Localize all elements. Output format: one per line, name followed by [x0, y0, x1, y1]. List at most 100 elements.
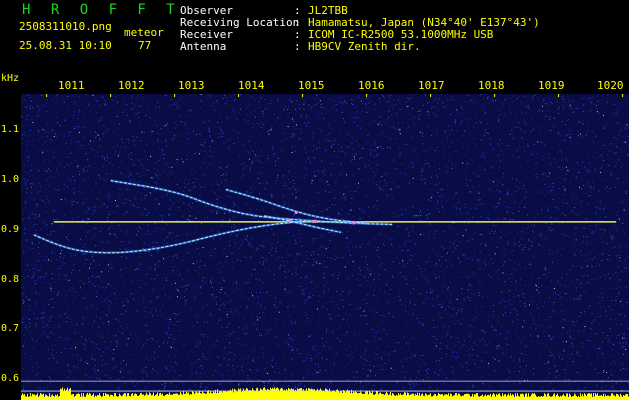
noise-speck: [503, 152, 505, 154]
noise-speck: [367, 243, 369, 245]
noise-speck: [216, 202, 218, 204]
noise-speck: [234, 99, 236, 101]
noise-speck: [376, 153, 378, 155]
noise-speck: [531, 117, 533, 119]
noise-speck: [233, 166, 235, 167]
noise-speck: [564, 139, 566, 141]
noise-speck: [405, 227, 407, 229]
noise-speck: [231, 226, 233, 228]
noise-speck: [164, 269, 166, 271]
noise-speck: [456, 191, 458, 193]
noise-speck: [529, 295, 531, 297]
noise-speck: [315, 238, 317, 239]
noise-speck: [477, 191, 479, 193]
noise-speck: [376, 298, 378, 300]
noise-speck: [305, 160, 307, 162]
noise-speck: [382, 95, 384, 97]
noise-speck: [287, 345, 289, 347]
noise-speck: [470, 191, 472, 193]
noise-speck: [620, 271, 622, 273]
noise-speck: [148, 106, 150, 108]
noise-speck: [370, 152, 372, 154]
noise-speck: [27, 317, 29, 319]
noise-speck: [187, 184, 188, 186]
noise-speck: [478, 260, 480, 262]
noise-speck: [418, 119, 420, 121]
noise-speck: [370, 144, 372, 146]
noise-speck: [197, 317, 199, 319]
noise-speck: [442, 247, 444, 249]
noise-speck: [482, 382, 484, 384]
noise-speck: [349, 303, 351, 305]
noise-speck: [417, 360, 419, 362]
noise-speck: [369, 215, 371, 217]
noise-speck: [546, 110, 548, 112]
noise-speck: [22, 346, 24, 348]
noise-speck: [332, 143, 334, 145]
noise-speck: [292, 179, 294, 181]
noise-speck: [374, 205, 376, 206]
noise-speck: [601, 381, 603, 383]
noise-speck: [490, 143, 492, 145]
noise-speck: [583, 97, 585, 99]
noise-speck: [441, 246, 443, 248]
noise-speck: [216, 195, 218, 197]
noise-speck: [249, 177, 251, 178]
noise-speck: [316, 261, 318, 263]
noise-speck: [609, 188, 611, 190]
noise-speck: [498, 202, 500, 204]
noise-speck: [186, 116, 188, 118]
noise-speck: [520, 128, 522, 130]
noise-speck: [252, 314, 253, 316]
noise-speck: [370, 123, 371, 125]
noise-speck: [544, 274, 546, 276]
noise-speck: [133, 298, 135, 300]
noise-speck: [69, 178, 71, 180]
noise-speck: [241, 344, 243, 346]
noise-speck: [170, 114, 172, 116]
noise-speck: [340, 294, 342, 296]
noise-speck: [545, 344, 547, 346]
noise-speck: [590, 187, 592, 189]
noise-speck: [247, 203, 249, 205]
noise-speck: [61, 250, 63, 252]
noise-speck: [547, 175, 549, 177]
noise-speck: [43, 321, 45, 323]
noise-speck: [113, 358, 115, 360]
noise-speck: [571, 353, 573, 355]
noise-speck: [173, 378, 175, 380]
noise-speck: [474, 363, 476, 365]
noise-speck: [175, 336, 177, 338]
noise-speck: [565, 293, 567, 295]
noise-speck: [263, 352, 264, 354]
noise-speck: [382, 131, 384, 133]
noise-speck: [142, 371, 144, 373]
noise-speck: [40, 186, 42, 188]
noise-speck: [254, 156, 256, 158]
noise-speck: [384, 292, 386, 294]
noise-speck: [263, 382, 265, 384]
noise-speck: [275, 331, 277, 333]
spectrogram-background: [21, 94, 629, 400]
noise-speck: [283, 132, 285, 134]
noise-speck: [99, 276, 100, 278]
noise-speck: [513, 347, 515, 349]
noise-speck: [533, 368, 534, 370]
noise-speck: [123, 214, 125, 216]
noise-speck: [551, 337, 553, 339]
noise-speck: [305, 283, 307, 285]
noise-speck: [52, 345, 54, 347]
noise-speck: [111, 120, 113, 122]
noise-speck: [383, 327, 385, 329]
noise-speck: [479, 243, 481, 245]
noise-speck: [147, 339, 149, 341]
noise-speck: [508, 190, 509, 192]
noise-speck: [520, 165, 522, 167]
noise-speck: [159, 310, 161, 312]
noise-speck: [153, 143, 155, 145]
noise-speck: [122, 301, 124, 303]
noise-speck: [74, 101, 76, 103]
noise-speck: [190, 206, 192, 208]
noise-speck: [232, 266, 234, 268]
noise-speck: [36, 204, 38, 206]
